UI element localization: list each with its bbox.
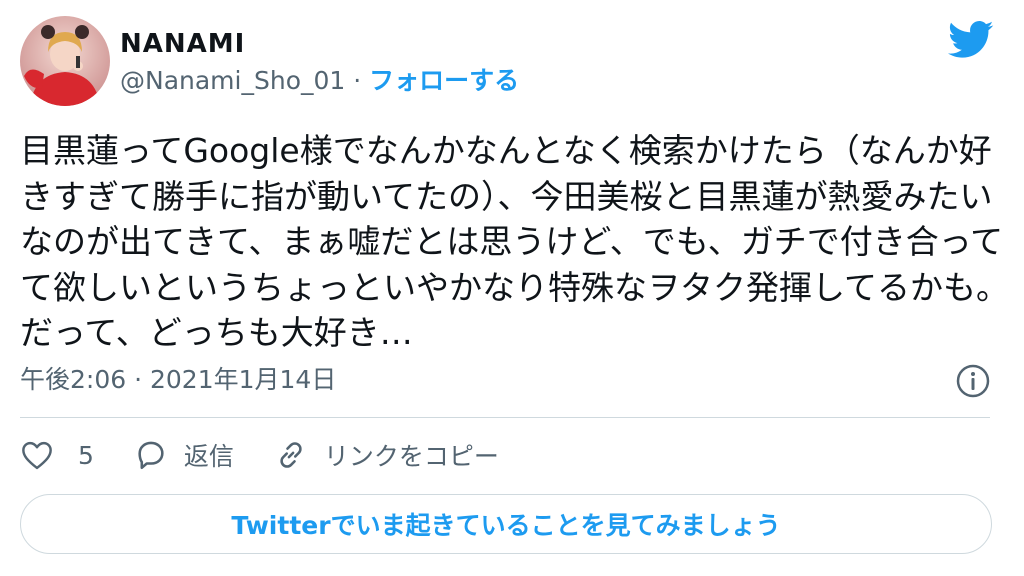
author-handle-line: @Nanami_Sho_01 · フォローする <box>120 64 519 98</box>
tweet-text: 目黒蓮ってGoogle様でなんかなんとなく検索かけたら（なんか好きすぎて勝手に指… <box>20 131 1010 352</box>
reply-label: 返信 <box>183 442 234 471</box>
copy-link-button[interactable]: リンクをコピー <box>274 437 499 473</box>
avatar[interactable] <box>20 16 110 106</box>
author-display-name[interactable]: NANAMI <box>120 28 245 60</box>
tweet-embed-card: NANAMI @Nanami_Sho_01 · フォローする 目黒蓮ってGoog… <box>0 0 1024 576</box>
like-count: 5 <box>78 440 94 470</box>
avatar-image <box>20 16 110 106</box>
follow-link[interactable]: フォローする <box>369 66 519 95</box>
explore-twitter-label: Twitterでいま起きていることを見てみましょう <box>231 511 781 540</box>
tweet-timestamp[interactable]: 午後2:06 · 2021年1月14日 <box>20 364 336 396</box>
info-icon[interactable] <box>955 363 991 399</box>
reply-button[interactable]: 返信 <box>134 437 234 473</box>
divider <box>20 417 990 418</box>
twitter-bird-icon[interactable] <box>948 20 994 60</box>
action-bar: 5 返信 リンクをコピー <box>20 432 539 478</box>
copy-link-label: リンクをコピー <box>323 442 499 471</box>
handle-separator: · <box>345 66 370 95</box>
author-handle[interactable]: @Nanami_Sho_01 <box>120 66 345 95</box>
like-button[interactable]: 5 <box>20 440 94 470</box>
link-icon <box>274 438 308 472</box>
heart-icon <box>20 440 54 470</box>
explore-twitter-button[interactable]: Twitterでいま起きていることを見てみましょう <box>20 494 992 554</box>
speech-bubble-icon <box>134 439 168 471</box>
